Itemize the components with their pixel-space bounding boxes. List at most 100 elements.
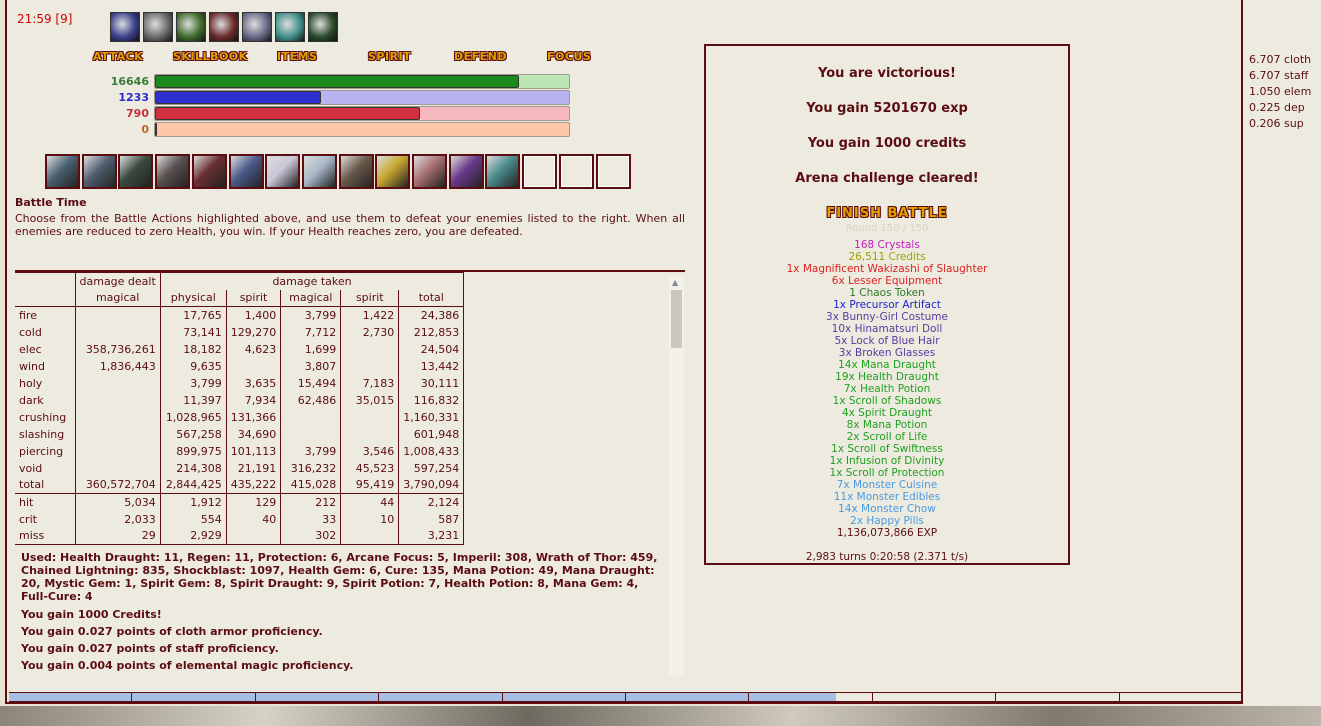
quickslot-icon-5[interactable] (191, 154, 227, 189)
row-label: crushing (15, 408, 76, 426)
table-cell: 129,270 (226, 323, 282, 341)
drop-item: 1x Precursor Artifact (833, 299, 941, 311)
table-row: piercing 899,975 101,113 3,799 3,546 1,008,43… (15, 442, 465, 460)
quickslot-empty[interactable] (558, 154, 594, 189)
table-row: cold 73,141 129,270 7,712 2,730 212,853 (15, 323, 465, 341)
overcharge-value: 0 (141, 123, 149, 136)
drop-item: 19x Health Draught (835, 371, 939, 383)
quickslot-icon-12[interactable] (448, 154, 484, 189)
spirit-bar-fill (155, 107, 420, 120)
table-cell (340, 425, 400, 443)
table-cell: 587 (398, 510, 465, 528)
battle-log[interactable]: damage dealt damage taken magical physic… (15, 272, 675, 675)
row-label: holy (15, 374, 76, 392)
table-cell: 3,790,094 (398, 476, 465, 494)
mana-bar-fill (155, 91, 321, 104)
quickslot-icon-2[interactable] (81, 154, 117, 189)
table-cell: 1,400 (226, 306, 282, 324)
header-blank (15, 289, 76, 307)
buff-spirit-shield-icon (176, 12, 206, 42)
health-value: 16646 (110, 75, 149, 88)
quickslot-empty[interactable] (595, 154, 631, 189)
drop-item: 26,511 Credits (848, 251, 926, 263)
stats-corner (15, 272, 76, 290)
row-label: wind (15, 357, 76, 375)
table-cell: 35,015 (340, 391, 400, 409)
scroll-thumb[interactable] (671, 290, 682, 348)
focus-button[interactable]: FOCUS (547, 50, 591, 66)
header-spirit-taken: spirit (226, 289, 282, 307)
quickslot-icon-10[interactable] (375, 154, 411, 189)
finish-battle-button[interactable]: FINISH BATTLE (706, 206, 1068, 221)
table-cell: 302 (280, 527, 342, 545)
mana-value: 1233 (118, 91, 149, 104)
items-button[interactable]: ITEMS (277, 50, 317, 66)
drop-item: 7x Monster Cuisine (836, 479, 938, 491)
table-cell: 15,494 (280, 374, 342, 392)
quickslot-icon-8[interactable] (301, 154, 337, 189)
row-label: fire (15, 306, 76, 324)
buff-spark-of-life-icon (308, 12, 338, 42)
progress-segment (9, 693, 1243, 703)
row-label: crit (15, 510, 76, 528)
table-cell: 101,113 (226, 442, 282, 460)
table-cell: 899,975 (160, 442, 227, 460)
table-cell (75, 442, 161, 460)
table-cell (280, 408, 342, 426)
quickslot-icon-6[interactable] (228, 154, 264, 189)
row-label: dark (15, 391, 76, 409)
table-cell: 1,836,443 (75, 357, 161, 375)
table-cell: 435,222 (226, 476, 282, 494)
quickslot-empty[interactable] (522, 154, 558, 189)
header-magical-dealt: magical (75, 289, 161, 307)
quickslot-icon-1[interactable] (45, 154, 80, 189)
drop-item: 1x Magnificent Wakizashi of Slaughter (786, 263, 988, 275)
quickslot-icon-4[interactable] (155, 154, 191, 189)
buff-arcane-focus-icon (209, 12, 239, 42)
quickslot-icon-9[interactable] (338, 154, 374, 189)
quickslot-icon-13[interactable] (485, 154, 521, 189)
drop-item: 168 Crystals (854, 239, 920, 251)
scroll-up-arrow-icon[interactable]: ▲ (672, 278, 678, 287)
table-cell: 554 (160, 510, 227, 528)
table-cell: 567,258 (160, 425, 227, 443)
victory-credits: You gain 1000 credits (807, 136, 967, 151)
table-cell: 7,712 (280, 323, 342, 341)
table-cell: 10 (340, 510, 400, 528)
drop-item: 5x Lock of Blue Hair (834, 335, 940, 347)
table-cell: 11,397 (160, 391, 227, 409)
proficiency-elem: 1.050 elem (1249, 85, 1312, 98)
table-cell: 3,799 (280, 442, 342, 460)
table-cell (75, 306, 161, 324)
table-cell: 7,183 (340, 374, 400, 392)
buff-regen-icon (110, 12, 140, 42)
skillbook-button[interactable]: SKILLBOOK (173, 50, 248, 66)
table-row: dark 11,397 7,934 62,486 35,015 116,832 (15, 391, 465, 409)
table-row: total 360,572,704 2,844,425 435,222 415,028 9… (15, 476, 465, 494)
table-cell: 24,386 (398, 306, 465, 324)
table-cell (75, 391, 161, 409)
turn-stats: 2,983 turns 0:20:58 (2.371 t/s) (805, 551, 969, 563)
battle-clock: 21:59 [9] (17, 12, 73, 26)
table-row: hit 5,034 1,912 129 212 44 2,124 (15, 493, 465, 511)
defend-button[interactable]: DEFEND (454, 50, 507, 66)
table-cell: 7,934 (226, 391, 282, 409)
attack-button[interactable]: ATTACK (93, 50, 143, 66)
buff-heartseeker-icon (242, 12, 272, 42)
table-cell (280, 425, 342, 443)
spirit-button[interactable]: SPIRIT (368, 50, 411, 66)
row-label: total (15, 476, 76, 494)
log-scrollbar[interactable]: ▲ (669, 276, 684, 675)
quickslot-icon-3[interactable] (118, 154, 154, 189)
quickslot-icon-7[interactable] (265, 154, 301, 189)
buff-protection-icon (143, 12, 173, 42)
table-cell: 30,111 (398, 374, 465, 392)
drop-item: 1x Infusion of Divinity (829, 455, 945, 467)
drop-item: 1x Scroll of Swiftness (831, 443, 943, 455)
table-cell: 29 (75, 527, 161, 545)
proficiency-panel: 6.707 cloth 6.707 staff 1.050 elem 0.225… (1243, 0, 1321, 706)
table-cell (340, 527, 400, 545)
table-row: wind 1,836,443 9,635 3,807 13,442 (15, 357, 465, 375)
quickslot-icon-11[interactable] (412, 154, 447, 189)
victory-panel: You are victorious! You gain 5201670 exp… (704, 44, 1070, 565)
